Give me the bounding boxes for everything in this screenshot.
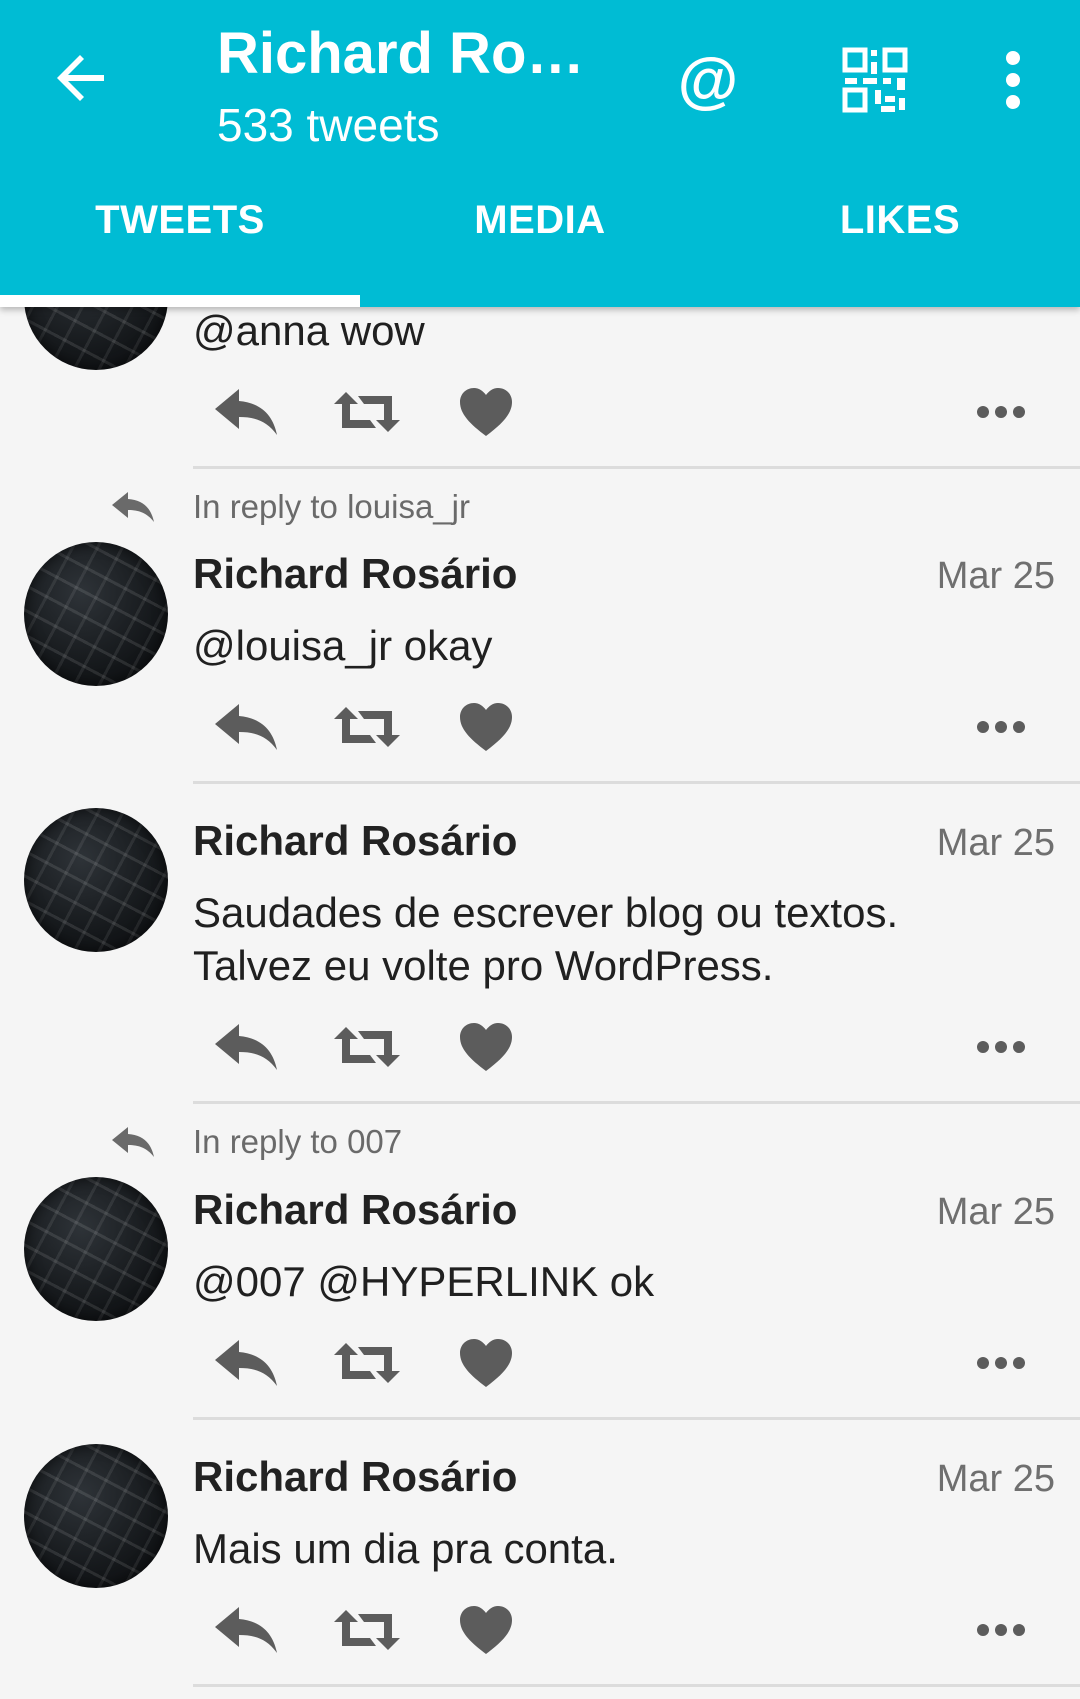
avatar[interactable] [24,1444,168,1588]
qr-code-icon[interactable] [835,40,915,120]
reply-icon[interactable] [213,387,279,437]
tweet-text: @louisa_jr okay [193,622,493,669]
more-options-icon[interactable] [975,1037,1027,1057]
page-title: Richard Ros… [217,21,597,86]
divider [193,781,1080,784]
like-icon[interactable] [458,701,514,753]
author-name[interactable]: Richard Rosário [193,817,517,865]
author-name[interactable]: Richard Rosário [193,1453,517,1501]
tab-likes[interactable]: LIKES [720,198,1080,243]
like-icon[interactable] [458,1604,514,1656]
more-options-icon[interactable] [975,402,1027,422]
reply-icon[interactable] [213,1605,279,1655]
more-options-icon[interactable] [975,717,1027,737]
retweet-icon[interactable] [332,1339,402,1387]
tab-indicator [0,295,360,307]
avatar[interactable] [24,1177,168,1321]
divider [193,466,1080,469]
like-icon[interactable] [458,1021,514,1073]
in-reply-icon [110,490,156,524]
tweet-date: Mar 25 [936,1458,1055,1500]
mention-icon[interactable]: @ [668,40,748,120]
tweet-date: Mar 25 [936,822,1055,864]
tab-media[interactable]: MEDIA [360,198,720,243]
tweet-text: Mais um dia pra conta. [193,1525,618,1572]
back-arrow-icon[interactable] [52,48,112,108]
tab-tweets[interactable]: TWEETS [0,198,360,243]
author-name[interactable]: Richard Rosário [193,550,517,598]
tweet-date: Mar 25 [936,1191,1055,1233]
avatar[interactable] [24,542,168,686]
retweet-icon[interactable] [332,1606,402,1654]
more-options-icon[interactable] [975,1620,1027,1640]
reply-icon[interactable] [213,1338,279,1388]
tweet-count: 533 tweets [217,99,440,151]
like-icon[interactable] [458,386,514,438]
divider [193,1417,1080,1420]
like-icon[interactable] [458,1337,514,1389]
retweet-icon[interactable] [332,1023,402,1071]
tweet-date: Mar 25 [936,555,1055,597]
divider [193,1684,1080,1687]
tweet-text: @anna wow [193,307,425,354]
retweet-icon[interactable] [332,388,402,436]
in-reply-to-label[interactable]: In reply to louisa_jr [193,488,470,526]
overflow-menu-icon[interactable] [973,40,1053,120]
divider [193,1101,1080,1104]
more-options-icon[interactable] [975,1353,1027,1373]
tweet-text: @007 @HYPERLINK ok [193,1258,655,1305]
author-name[interactable]: Richard Rosário [193,1186,517,1234]
reply-icon[interactable] [213,1022,279,1072]
in-reply-to-label[interactable]: In reply to 007 [193,1123,402,1161]
avatar[interactable] [24,808,168,952]
tweet-text: Saudades de escrever blog ou textos. Tal… [193,889,899,989]
retweet-icon[interactable] [332,703,402,751]
app-bar: Richard Ros… 533 tweets @ TWEETS MEDIA L… [0,0,1080,307]
reply-icon[interactable] [213,702,279,752]
in-reply-icon [110,1125,156,1159]
